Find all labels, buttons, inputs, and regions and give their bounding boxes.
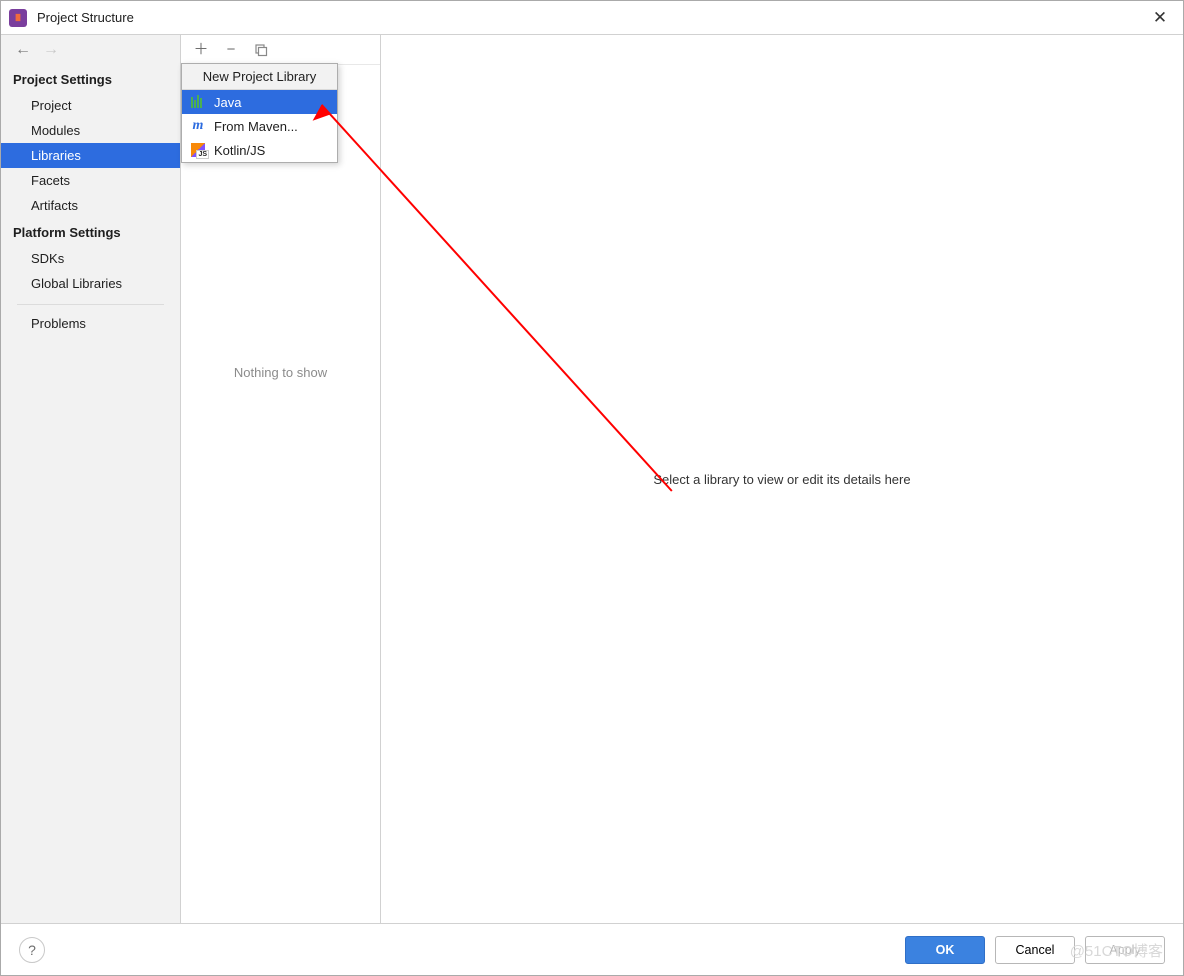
apply-button[interactable]: Apply — [1085, 936, 1165, 964]
libraries-toolbar: ＋ − — [181, 35, 380, 65]
popup-item-label: From Maven... — [214, 119, 298, 134]
sidebar-item-artifacts[interactable]: Artifacts — [1, 193, 180, 218]
project-settings-header: Project Settings — [1, 65, 180, 93]
popup-header: New Project Library — [182, 64, 337, 90]
copy-library-button[interactable] — [253, 42, 269, 58]
nav-forward-icon[interactable]: → — [43, 42, 59, 58]
ok-button[interactable]: OK — [905, 936, 985, 964]
titlebar: Project Structure ✕ — [1, 1, 1183, 35]
sidebar-divider — [17, 304, 164, 305]
new-library-popup: New Project Library Java m From Maven...… — [181, 63, 338, 163]
add-library-button[interactable]: ＋ — [193, 42, 209, 58]
nav-arrows: ← → — [1, 35, 180, 65]
popup-item-maven[interactable]: m From Maven... — [182, 114, 337, 138]
popup-item-label: Java — [214, 95, 241, 110]
remove-library-button[interactable]: − — [223, 42, 239, 58]
dialog-footer: ? OK Cancel Apply — [1, 923, 1183, 975]
sidebar-item-facets[interactable]: Facets — [1, 168, 180, 193]
project-structure-dialog: Project Structure ✕ ← → Project Settings… — [0, 0, 1184, 976]
window-title: Project Structure — [37, 10, 134, 25]
maven-icon: m — [190, 118, 206, 134]
intellij-icon — [9, 9, 27, 27]
sidebar: ← → Project Settings Project Modules Lib… — [1, 35, 181, 923]
cancel-button[interactable]: Cancel — [995, 936, 1075, 964]
popup-item-java[interactable]: Java — [182, 90, 337, 114]
empty-list-text: Nothing to show — [181, 365, 380, 380]
kotlin-js-icon: JS — [190, 142, 206, 158]
sidebar-item-sdks[interactable]: SDKs — [1, 246, 180, 271]
close-button[interactable]: ✕ — [1145, 3, 1175, 33]
nav-back-icon[interactable]: ← — [15, 42, 31, 58]
help-button[interactable]: ? — [19, 937, 45, 963]
platform-settings-header: Platform Settings — [1, 218, 180, 246]
sidebar-item-project[interactable]: Project — [1, 93, 180, 118]
sidebar-item-global-libraries[interactable]: Global Libraries — [1, 271, 180, 296]
detail-placeholder-text: Select a library to view or edit its det… — [653, 472, 910, 487]
sidebar-item-modules[interactable]: Modules — [1, 118, 180, 143]
sidebar-item-libraries[interactable]: Libraries — [1, 143, 180, 168]
sidebar-item-problems[interactable]: Problems — [1, 311, 180, 336]
popup-item-label: Kotlin/JS — [214, 143, 265, 158]
popup-item-kotlinjs[interactable]: JS Kotlin/JS — [182, 138, 337, 162]
java-library-icon — [190, 94, 206, 110]
library-detail-panel: Select a library to view or edit its det… — [381, 35, 1183, 923]
libraries-list-panel: ＋ − Nothing to show New Project Library … — [181, 35, 381, 923]
